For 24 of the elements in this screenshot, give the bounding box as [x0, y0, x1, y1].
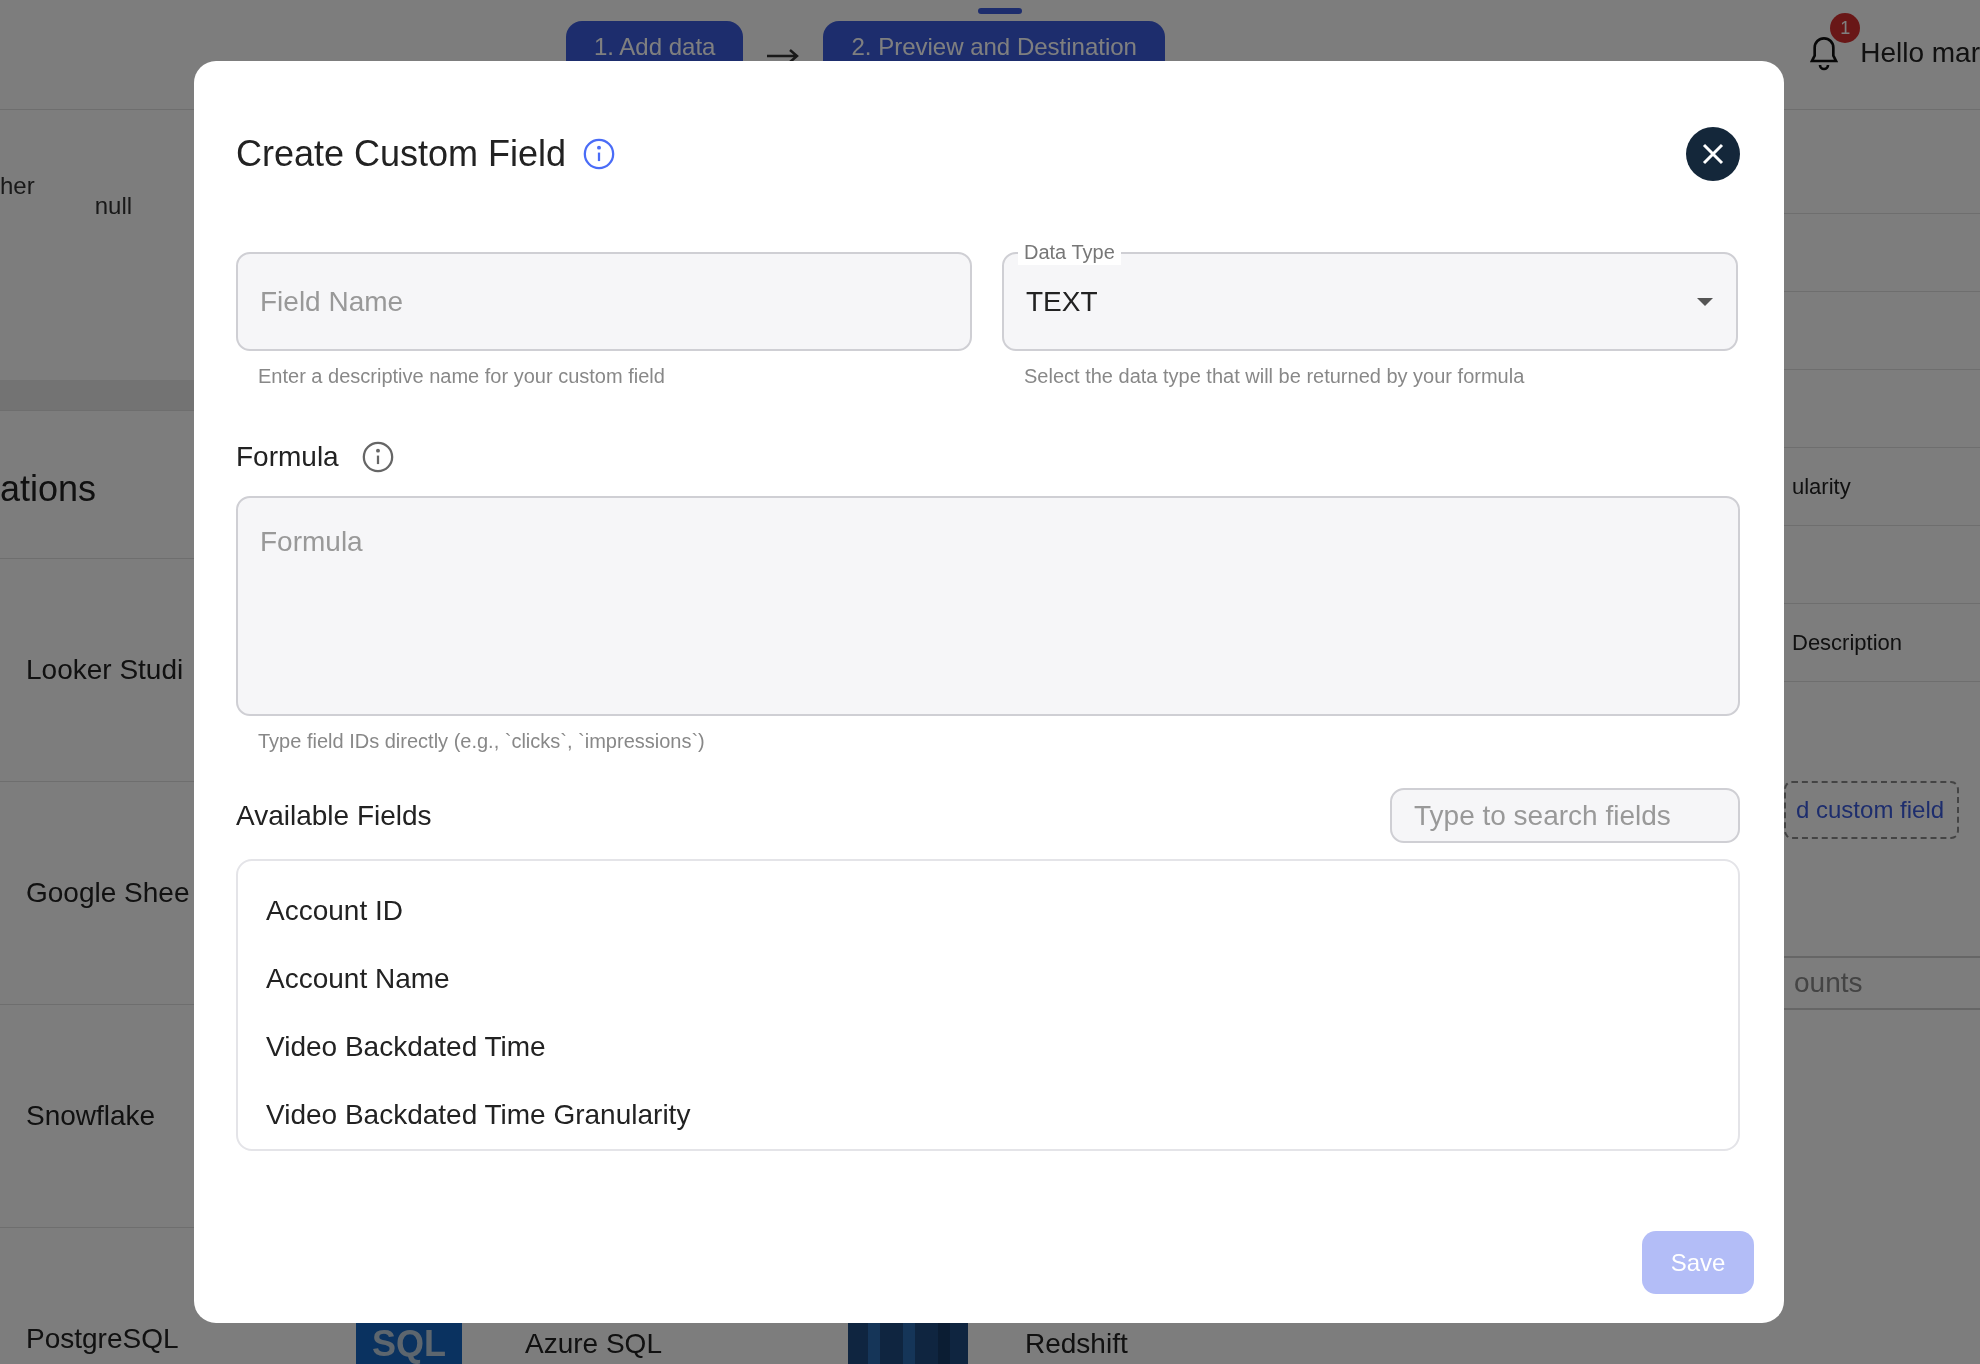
- formula-label: Formula: [236, 441, 339, 473]
- helper-text: Enter a descriptive name for your custom field: [257, 364, 666, 388]
- close-icon[interactable]: [1701, 142, 1725, 166]
- caret-icon[interactable]: [1696, 296, 1714, 307]
- field-item[interactable]: Account Name: [266, 963, 1738, 1031]
- bell-icon[interactable]: [1808, 35, 1841, 71]
- greeting: Hello mar: [1860, 37, 1980, 69]
- column-header: her: [0, 172, 35, 201]
- field-item[interactable]: Video Backdated Time Granularity: [266, 1099, 1738, 1149]
- field-item[interactable]: Video Backdated Time: [266, 1031, 1738, 1099]
- table-cell-text: null: [94, 191, 133, 221]
- helper-text: Type field IDs directly (e.g., `clicks`, `impressions`): [257, 729, 706, 753]
- close-button[interactable]: [1686, 127, 1740, 181]
- info-icon[interactable]: [360, 440, 395, 474]
- helper-text: Select the data type that will be returned by your formula: [1023, 364, 1526, 388]
- notification-badge: 1: [1830, 13, 1861, 43]
- search-field[interactable]: Type to search fields: [1390, 788, 1740, 843]
- field-item[interactable]: Account ID: [266, 895, 1738, 963]
- dialog-title: Create Custom Field: [236, 133, 567, 175]
- formula-field[interactable]: Formula: [236, 496, 1740, 716]
- info-icon[interactable]: [582, 137, 617, 171]
- step-indicator: [978, 8, 1022, 14]
- available-fields-label: Available Fields: [236, 799, 432, 832]
- field-name-input[interactable]: Field Name: [236, 252, 972, 351]
